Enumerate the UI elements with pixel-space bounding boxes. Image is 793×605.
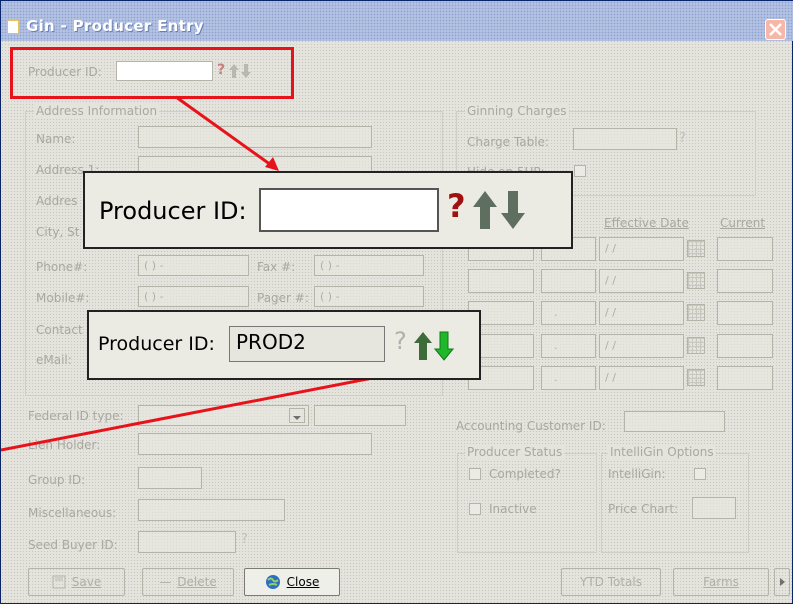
callout1-label: Producer ID: [99, 197, 247, 225]
callout1-help-icon[interactable]: ? [447, 187, 466, 225]
producer-entry-window: Gin - Producer Entry Producer ID: ? Addr… [0, 0, 793, 604]
annotation-arrow-2 [1, 367, 420, 452]
annotation-arrows [1, 95, 429, 452]
zoom-callout-empty: Producer ID: ? [83, 171, 573, 249]
callout1-producer-id-input[interactable] [259, 188, 439, 232]
zoom-callout-filled: Producer ID: PROD2 ? [87, 310, 481, 380]
annotation-arrow-1 [175, 95, 272, 167]
callout1-up-arrow-icon[interactable] [471, 189, 499, 231]
callout2-label: Producer ID: [98, 333, 215, 355]
callout2-producer-id-input[interactable]: PROD2 [229, 326, 385, 362]
callout2-up-arrow-icon[interactable] [413, 330, 433, 362]
callout2-help-icon[interactable]: ? [394, 327, 407, 355]
callout2-down-arrow-icon[interactable] [434, 330, 454, 362]
callout1-down-arrow-icon[interactable] [499, 189, 527, 231]
